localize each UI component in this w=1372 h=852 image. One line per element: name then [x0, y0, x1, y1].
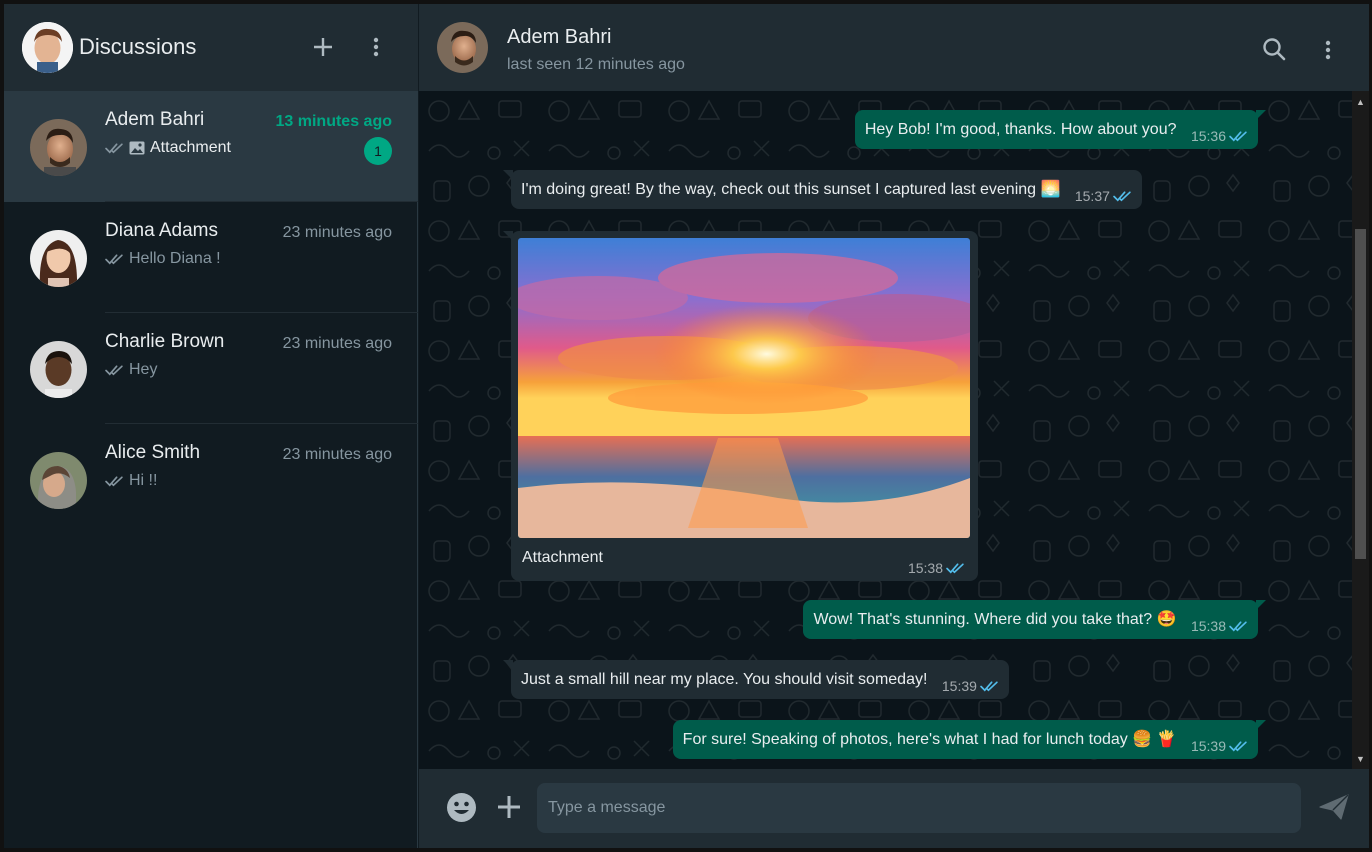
plus-icon — [498, 796, 520, 818]
chat-name: Diana Adams — [105, 220, 219, 241]
app-window: Discussions Adem Bahri 13 minutes ago At… — [0, 0, 1372, 852]
message-meta: 15:37 — [1075, 186, 1132, 206]
message-text: I'm doing great! By the way, check out t… — [521, 181, 1061, 198]
unread-count-badge: 1 — [364, 137, 392, 165]
message-text: For sure! Speaking of photos, here's wha… — [682, 731, 1177, 748]
read-ticks-icon — [980, 680, 999, 692]
contact-avatar[interactable] — [437, 22, 488, 73]
plus-icon — [314, 38, 332, 56]
read-ticks-icon — [1229, 740, 1248, 752]
double-check-icon — [105, 364, 124, 376]
image-caption: Attachment — [522, 549, 603, 566]
conversation-header: Adem Bahri last seen 12 minutes ago — [419, 4, 1369, 91]
message-composer — [419, 769, 1369, 848]
chat-name: Alice Smith — [105, 442, 201, 463]
chat-time: 23 minutes ago — [282, 224, 392, 241]
message-time: 15:36 — [1190, 128, 1226, 144]
chat-item-adem-bahri[interactable]: Adem Bahri 13 minutes ago Attachment 1 — [4, 91, 418, 202]
send-button[interactable] — [1316, 789, 1352, 825]
chat-preview-text: Hey — [129, 361, 158, 378]
scroll-up-arrow-icon[interactable]: ▲ — [1352, 93, 1369, 110]
message-text: Wow! That's stunning. Where did you take… — [813, 611, 1177, 628]
message-area[interactable]: Hey Bob! I'm good, thanks. How about you… — [419, 91, 1369, 769]
message-input[interactable] — [537, 783, 1301, 833]
message-time: 15:39 — [941, 678, 977, 694]
chat-time: 23 minutes ago — [282, 446, 392, 463]
search-icon — [1263, 38, 1286, 61]
image-icon — [129, 141, 145, 155]
chat-preview-text: Hello Diana ! — [129, 250, 221, 267]
message-incoming: Just a small hill near my place. You sho… — [503, 660, 1009, 699]
read-ticks-icon — [1113, 190, 1132, 202]
chat-preview-text: Attachment — [150, 139, 231, 156]
chat-name: Adem Bahri — [105, 109, 205, 130]
image-message[interactable]: Attachment 15:38 — [503, 231, 978, 581]
contact-name: Adem Bahri — [507, 26, 612, 48]
message-scrollbar[interactable]: ▲ ▼ — [1352, 91, 1369, 769]
message-meta: 15:36 — [1191, 126, 1248, 146]
chat-time: 23 minutes ago — [282, 335, 392, 352]
avatar — [30, 119, 87, 176]
new-chat-button[interactable] — [308, 32, 338, 62]
scroll-down-arrow-icon[interactable]: ▼ — [1352, 750, 1369, 767]
my-avatar[interactable] — [22, 22, 73, 73]
double-check-icon — [105, 142, 124, 154]
avatar — [30, 230, 87, 287]
chat-item-charlie-brown[interactable]: Charlie Brown 23 minutes ago Hey — [4, 313, 418, 424]
sunset-photo[interactable] — [518, 238, 970, 538]
scrollbar-thumb[interactable] — [1355, 229, 1366, 559]
message-meta: 15:39 — [942, 676, 999, 696]
double-check-icon — [105, 253, 124, 265]
message-incoming: I'm doing great! By the way, check out t… — [503, 170, 1142, 209]
vertical-dots-icon — [373, 37, 379, 57]
double-check-icon — [105, 475, 124, 487]
chat-preview: Hi !! — [105, 472, 157, 490]
search-button[interactable] — [1259, 34, 1289, 64]
message-time: 15:38 — [907, 560, 943, 576]
sidebar-title: Discussions — [79, 34, 197, 59]
avatar — [30, 452, 87, 509]
message-text: Hey Bob! I'm good, thanks. How about you… — [864, 121, 1177, 138]
message-time: 15:39 — [1190, 738, 1226, 754]
conversation-menu-button[interactable] — [1313, 35, 1343, 65]
chat-preview: Hello Diana ! — [105, 250, 221, 268]
message-text: Just a small hill near my place. You sho… — [521, 671, 928, 688]
attach-button[interactable] — [491, 789, 527, 825]
message-time: 15:38 — [1190, 618, 1226, 634]
smiley-icon — [446, 792, 476, 822]
read-ticks-icon — [1229, 620, 1248, 632]
message-outgoing: For sure! Speaking of photos, here's wha… — [672, 720, 1267, 759]
chat-preview: Attachment — [105, 139, 231, 157]
sidebar-header: Discussions — [4, 4, 418, 91]
conversation-panel: Adem Bahri last seen 12 minutes ago Hey … — [419, 4, 1369, 848]
chat-preview: Hey — [105, 361, 157, 379]
contact-status: last seen 12 minutes ago — [507, 56, 685, 73]
chat-preview-text: Hi !! — [129, 472, 158, 489]
message-outgoing: Hey Bob! I'm good, thanks. How about you… — [854, 110, 1267, 149]
emoji-button[interactable] — [443, 789, 479, 825]
chat-list-sidebar: Discussions Adem Bahri 13 minutes ago At… — [4, 4, 418, 848]
message-time: 15:37 — [1074, 188, 1110, 204]
send-icon — [1319, 794, 1349, 820]
avatar — [30, 341, 87, 398]
read-ticks-icon — [1229, 130, 1248, 142]
chat-item-alice-smith[interactable]: Alice Smith 23 minutes ago Hi !! — [4, 424, 418, 535]
sidebar-menu-button[interactable] — [361, 32, 391, 62]
vertical-dots-icon — [1325, 40, 1331, 60]
chat-item-diana-adams[interactable]: Diana Adams 23 minutes ago Hello Diana ! — [4, 202, 418, 313]
message-meta: 15:39 — [1191, 736, 1248, 756]
chat-name: Charlie Brown — [105, 331, 225, 352]
message-outgoing: Wow! That's stunning. Where did you take… — [803, 600, 1266, 639]
message-meta: 15:38 — [1191, 616, 1248, 636]
chat-time: 13 minutes ago — [275, 113, 392, 130]
message-meta: 15:38 — [908, 560, 965, 576]
read-ticks-icon — [946, 562, 965, 574]
